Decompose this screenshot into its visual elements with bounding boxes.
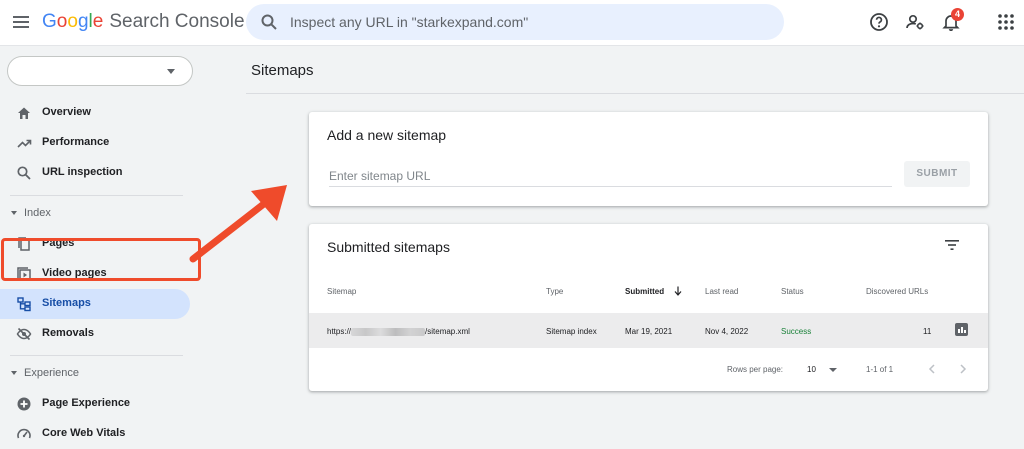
- page-title: Sitemaps: [251, 62, 314, 79]
- redacted-domain: [351, 327, 426, 336]
- sidebar-item-overview[interactable]: Overview: [0, 98, 192, 128]
- sitemap-url-suffix: /sitemap.xml: [425, 327, 470, 336]
- column-header-last-read[interactable]: Last read: [705, 287, 738, 296]
- section-label: Index: [24, 207, 51, 219]
- sidebar-item-performance[interactable]: Performance: [0, 128, 192, 158]
- removals-icon: [16, 327, 32, 341]
- rows-per-page-label: Rows per page:: [727, 365, 784, 374]
- logo-letter: o: [56, 11, 68, 32]
- apps-grid-icon[interactable]: [995, 11, 1017, 33]
- table-row[interactable]: https:// /sitemap.xml Sitemap index Mar 1…: [309, 313, 988, 348]
- annotation-highlight-box: [1, 238, 201, 281]
- search-icon: [17, 166, 31, 180]
- status-cell: Success: [781, 327, 812, 336]
- trending-icon: [17, 139, 32, 148]
- section-label: Experience: [24, 367, 80, 379]
- sidebar-item-label: Overview: [42, 106, 91, 118]
- sidebar-divider: [10, 355, 183, 356]
- sidebar-item-core-web-vitals[interactable]: Core Web Vitals: [0, 419, 192, 449]
- pagination-range: 1-1 of 1: [866, 365, 894, 374]
- add-sitemap-card: Add a new sitemap SUBMIT: [309, 112, 988, 206]
- last-read-cell: Nov 4, 2022: [705, 327, 749, 336]
- discovered-urls-cell: 11: [923, 327, 932, 336]
- help-icon[interactable]: [868, 11, 890, 33]
- sidebar-item-label: URL inspection: [42, 166, 123, 178]
- sidebar-item-label: Core Web Vitals: [42, 427, 126, 439]
- sitemap-icon: [17, 297, 31, 312]
- home-icon: [18, 107, 30, 119]
- sidebar-divider: [10, 195, 183, 196]
- sort-descending-icon[interactable]: [674, 286, 682, 296]
- sidebar-item-label: Page Experience: [42, 397, 131, 409]
- rows-per-page-value: 10: [807, 365, 816, 374]
- submit-button[interactable]: SUBMIT: [904, 161, 970, 187]
- card-title: Submitted sitemaps: [327, 239, 450, 255]
- sidebar-item-page-experience[interactable]: Page Experience: [0, 389, 192, 419]
- card-title: Add a new sitemap: [327, 127, 447, 143]
- sidebar-item-label: Performance: [42, 136, 110, 148]
- speed-gauge-icon: [17, 428, 31, 439]
- logo-letter: g: [77, 11, 89, 32]
- bar-chart-icon[interactable]: [955, 323, 968, 336]
- logo-letter: G: [42, 11, 57, 32]
- logo-letter: o: [67, 11, 78, 32]
- chevron-down-icon: [829, 368, 837, 372]
- sidebar-item-label: Sitemaps: [42, 297, 91, 309]
- section-header-experience[interactable]: Experience: [0, 363, 190, 385]
- column-header-type[interactable]: Type: [546, 287, 563, 296]
- property-selector[interactable]: [7, 56, 193, 86]
- sitemap-url-input[interactable]: [329, 165, 892, 187]
- product-name: Search Console: [109, 11, 245, 32]
- column-header-sitemap[interactable]: Sitemap: [327, 287, 356, 296]
- sidebar-item-sitemaps[interactable]: Sitemaps: [0, 289, 190, 319]
- collapse-triangle-icon: [11, 371, 17, 375]
- sitemap-url-prefix: https://: [327, 327, 352, 336]
- chevron-down-icon: [167, 69, 175, 74]
- submitted-cell: Mar 19, 2021: [625, 327, 673, 336]
- column-header-submitted[interactable]: Submitted: [625, 287, 664, 296]
- sidebar-item-label: Removals: [42, 327, 94, 339]
- header-divider: [246, 93, 1024, 94]
- notification-count-badge: 4: [951, 8, 964, 21]
- hamburger-menu-icon[interactable]: [12, 13, 30, 31]
- sidebar-item-url-inspection[interactable]: URL inspection: [0, 158, 192, 188]
- app-logo[interactable]: Google Search Console: [42, 11, 245, 33]
- sitemap-url-cell: https:// /sitemap.xml: [327, 327, 470, 336]
- search-icon: [261, 14, 277, 30]
- url-inspection-search[interactable]: [246, 4, 784, 40]
- sidebar-item-removals[interactable]: Removals: [0, 319, 192, 349]
- annotation-arrow: [189, 185, 287, 263]
- type-cell: Sitemap index: [546, 327, 597, 336]
- filter-icon[interactable]: [945, 239, 959, 251]
- next-page-icon[interactable]: [957, 363, 969, 375]
- previous-page-icon[interactable]: [926, 363, 938, 375]
- logo-letter: e: [92, 11, 104, 32]
- rows-per-page-select[interactable]: 10: [807, 364, 841, 376]
- search-input[interactable]: [290, 4, 770, 40]
- submitted-sitemaps-card: Submitted sitemaps Sitemap Type Submitte…: [309, 224, 988, 391]
- column-header-status[interactable]: Status: [781, 287, 804, 296]
- top-app-bar: GoogleSearch Console 4: [0, 0, 1024, 46]
- column-header-discovered-urls[interactable]: Discovered URLs: [866, 287, 928, 296]
- collapse-triangle-icon: [11, 211, 17, 215]
- manage-users-icon[interactable]: [904, 11, 926, 33]
- section-header-index[interactable]: Index: [0, 203, 190, 225]
- page-experience-icon: [17, 397, 31, 411]
